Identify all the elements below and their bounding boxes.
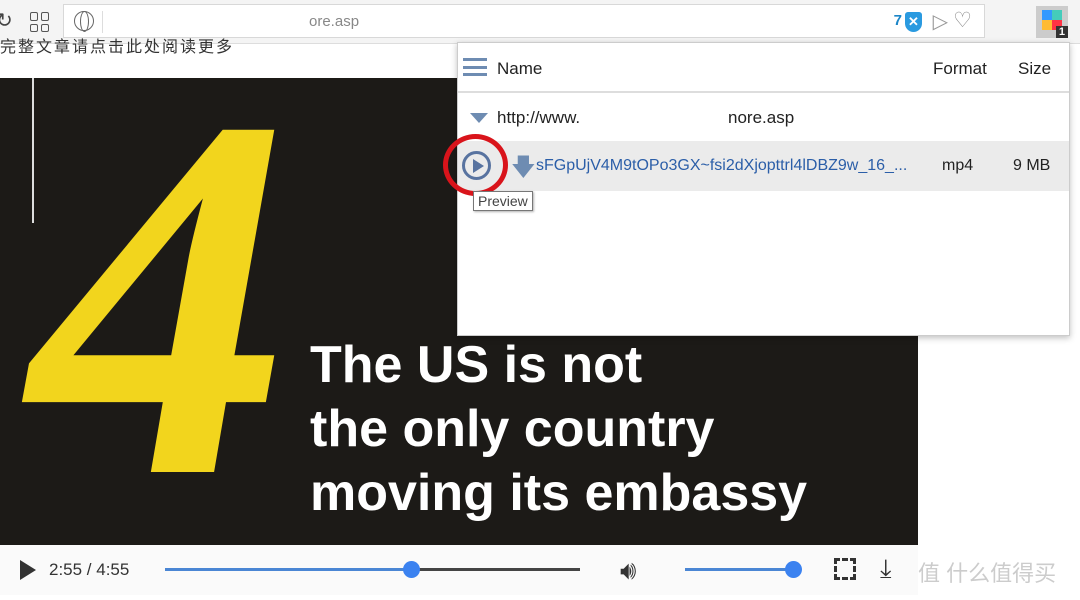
- group-url-end: nore.asp: [728, 108, 795, 127]
- file-size: 9 MB: [1013, 157, 1051, 174]
- list-header: Name Format Size: [458, 43, 1069, 93]
- caption-line: The US is not: [310, 336, 643, 394]
- download-icon[interactable]: ⤓: [880, 553, 892, 585]
- extension-badge: 1: [1055, 26, 1068, 38]
- send-icon[interactable]: ▷: [933, 9, 948, 34]
- column-format[interactable]: Format: [933, 59, 987, 79]
- heart-icon[interactable]: ♡: [953, 8, 972, 33]
- caption-line: the only country: [310, 400, 715, 458]
- seek-slider[interactable]: [165, 561, 580, 578]
- seek-fill: [165, 568, 412, 571]
- volume-slider[interactable]: [685, 561, 802, 578]
- url-text[interactable]: ore.asp: [309, 13, 359, 30]
- video-frame-number: 4: [30, 78, 290, 545]
- page-text: 完整文章请点击此处阅读更多: [0, 39, 235, 56]
- group-url: http://www.: [497, 108, 581, 127]
- collapse-triangle-icon[interactable]: [470, 113, 488, 123]
- menu-icon[interactable]: [463, 58, 487, 76]
- play-icon[interactable]: [20, 560, 36, 580]
- caption-line: moving its embassy: [310, 464, 808, 522]
- globe-icon: [74, 11, 94, 32]
- reload-icon[interactable]: ↻: [0, 8, 13, 33]
- highlight-circle: [443, 134, 508, 196]
- file-format: mp4: [942, 157, 974, 174]
- file-row[interactable]: 🡇 sFGpUjV4M9tOPo3GX~fsi2dXjopttrl4lDBZ9w…: [443, 134, 1069, 196]
- column-name[interactable]: Name: [497, 59, 542, 79]
- seek-thumb[interactable]: [403, 561, 421, 578]
- shield-icon[interactable]: ✕: [905, 12, 922, 32]
- page-group[interactable]: http://www. nore.asp: [458, 93, 1069, 141]
- divider: [32, 78, 34, 223]
- video-downloader-extension-button[interactable]: 1: [1036, 6, 1068, 38]
- blocked-count: 7: [893, 12, 902, 29]
- downloader-popup: Name Format Size http://www. nore.asp 🡇 …: [443, 42, 1070, 336]
- download-arrow-icon[interactable]: 🡇: [511, 150, 536, 191]
- video-caption: The US is not the only country moving it…: [310, 333, 807, 525]
- video-controls: 2:55 / 4:55 🔊︎ ⤓: [0, 545, 918, 595]
- fullscreen-icon[interactable]: [834, 558, 856, 580]
- watermark: 值 什么值得买: [918, 561, 1057, 586]
- preview-tooltip: Preview: [473, 191, 533, 211]
- file-name[interactable]: sFGpUjV4M9tOPo3GX~fsi2dXjopttrl4lDBZ9w_1…: [536, 157, 907, 175]
- apps-grid-icon[interactable]: [30, 12, 50, 32]
- volume-fill: [685, 568, 793, 571]
- column-size[interactable]: Size: [1018, 59, 1051, 79]
- volume-icon[interactable]: 🔊︎: [620, 555, 636, 587]
- volume-thumb[interactable]: [785, 561, 802, 578]
- time-display: 2:55 / 4:55: [49, 560, 130, 579]
- divider: [102, 11, 103, 33]
